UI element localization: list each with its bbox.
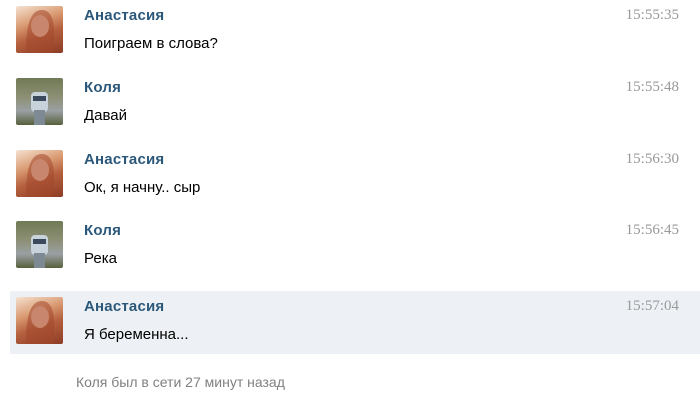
avatar[interactable]: [16, 6, 63, 53]
message-row[interactable]: Анастасия Ок, я начну.. сыр 15:56:30: [10, 144, 700, 207]
message-text: Я беременна...: [84, 326, 189, 343]
message-text: Давай: [84, 107, 128, 124]
message-time[interactable]: 15:55:35: [626, 7, 679, 24]
message-author[interactable]: Коля: [84, 79, 121, 96]
message-text: Ок, я начну.. сыр: [84, 179, 201, 196]
message-row-unread[interactable]: Анастасия Я беременна... 15:57:04: [10, 291, 700, 354]
message-time[interactable]: 15:55:48: [626, 79, 679, 96]
message-text: Река: [84, 250, 117, 267]
message-author[interactable]: Коля: [84, 222, 121, 239]
message-time[interactable]: 15:57:04: [626, 298, 679, 315]
message-row[interactable]: Коля Река 15:56:45: [10, 215, 700, 278]
message-author[interactable]: Анастасия: [84, 298, 164, 315]
online-status: Коля был в сети 27 минут назад: [76, 374, 285, 390]
message-row[interactable]: Коля Давай 15:55:48: [10, 72, 700, 135]
message-time[interactable]: 15:56:45: [626, 222, 679, 239]
avatar[interactable]: [16, 150, 63, 197]
message-row[interactable]: Анастасия Поиграем в слова? 15:55:35: [10, 0, 700, 63]
message-author[interactable]: Анастасия: [84, 151, 164, 168]
message-time[interactable]: 15:56:30: [626, 151, 679, 168]
message-author[interactable]: Анастасия: [84, 7, 164, 24]
avatar[interactable]: [16, 78, 63, 125]
message-text: Поиграем в слова?: [84, 35, 218, 52]
avatar[interactable]: [16, 221, 63, 268]
avatar[interactable]: [16, 297, 63, 344]
